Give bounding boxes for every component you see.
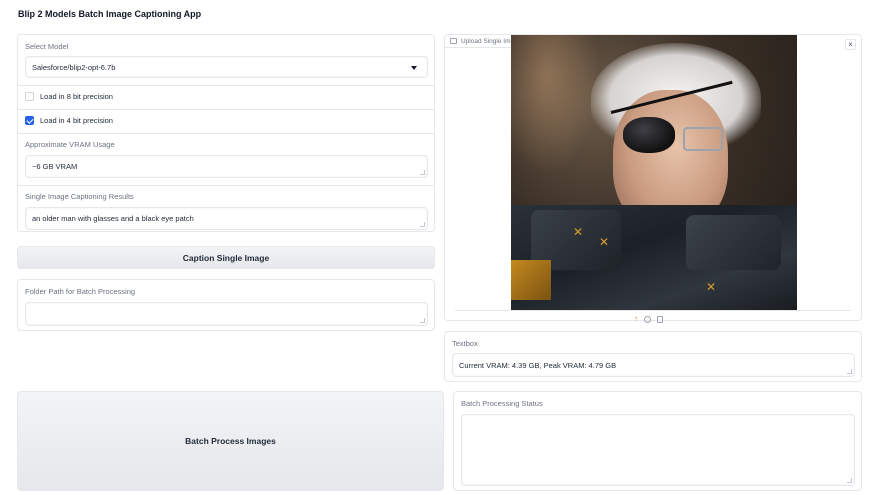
model-dropdown[interactable]: Salesforce/blip2-opt-6.7b — [25, 56, 428, 78]
resize-handle-icon[interactable] — [847, 478, 852, 483]
chevron-down-icon — [411, 66, 417, 70]
textbox-label: Textbox — [452, 339, 478, 348]
vram-status-value: Current VRAM: 4.39 GB, Peak VRAM: 4.79 G… — [459, 360, 617, 370]
divider — [18, 109, 434, 110]
close-icon[interactable]: × — [845, 39, 856, 50]
vram-label: Approximate VRAM Usage — [25, 140, 115, 149]
folder-label: Folder Path for Batch Processing — [25, 287, 136, 296]
batch-status-panel: Batch Processing Status — [453, 391, 862, 491]
folder-path-input[interactable] — [25, 302, 428, 326]
divider — [18, 185, 434, 186]
batch-status-field[interactable] — [461, 414, 855, 486]
settings-panel: Select Model Salesforce/blip2-opt-6.7b L… — [17, 34, 435, 232]
resize-handle-icon[interactable] — [847, 369, 852, 374]
vram-status-panel: Textbox Current VRAM: 4.39 GB, Peak VRAM… — [444, 331, 862, 382]
model-label: Select Model — [25, 42, 69, 51]
load-4bit-label: Load in 4 bit precision — [40, 116, 113, 125]
divider — [18, 133, 434, 134]
single-result-field[interactable]: an older man with glasses and a black ey… — [25, 207, 428, 230]
resize-handle-icon[interactable] — [420, 170, 425, 175]
vram-field[interactable]: ~6 GB VRAM — [25, 155, 428, 178]
clipboard-icon[interactable] — [657, 315, 663, 323]
single-result-value: an older man with glasses and a black ey… — [32, 214, 194, 223]
upload-icon[interactable]: ↑ — [634, 315, 638, 323]
caption-single-button[interactable]: Caption Single Image — [17, 246, 435, 269]
uploaded-photo: ✕ ✕ ✕ — [511, 35, 797, 310]
load-4bit-checkbox[interactable] — [25, 116, 34, 125]
load-8bit-row[interactable]: Load in 8 bit precision — [25, 92, 113, 101]
vram-status-field[interactable]: Current VRAM: 4.39 GB, Peak VRAM: 4.79 G… — [452, 353, 855, 377]
load-4bit-row[interactable]: Load in 4 bit precision — [25, 116, 113, 125]
upload-image-panel[interactable]: Upload Single Image × ✕ ✕ ✕ ↑ — [444, 34, 862, 323]
load-8bit-checkbox[interactable] — [25, 92, 34, 101]
app-title: Blip 2 Models Batch Image Captioning App — [18, 9, 202, 19]
model-selected-value: Salesforce/blip2-opt-6.7b — [32, 62, 116, 72]
resize-handle-icon[interactable] — [420, 318, 425, 323]
divider — [18, 85, 434, 86]
webcam-icon[interactable] — [644, 315, 651, 323]
image-icon — [450, 38, 457, 44]
load-8bit-label: Load in 8 bit precision — [40, 92, 113, 101]
single-result-label: Single Image Captioning Results — [25, 192, 134, 201]
batch-process-button[interactable]: Batch Process Images — [17, 391, 444, 491]
batch-status-label: Batch Processing Status — [461, 399, 543, 408]
folder-panel: Folder Path for Batch Processing — [17, 279, 435, 331]
divider — [455, 310, 851, 311]
vram-value: ~6 GB VRAM — [32, 162, 78, 171]
image-toolbar: ↑ — [634, 315, 663, 323]
resize-handle-icon[interactable] — [420, 222, 425, 227]
